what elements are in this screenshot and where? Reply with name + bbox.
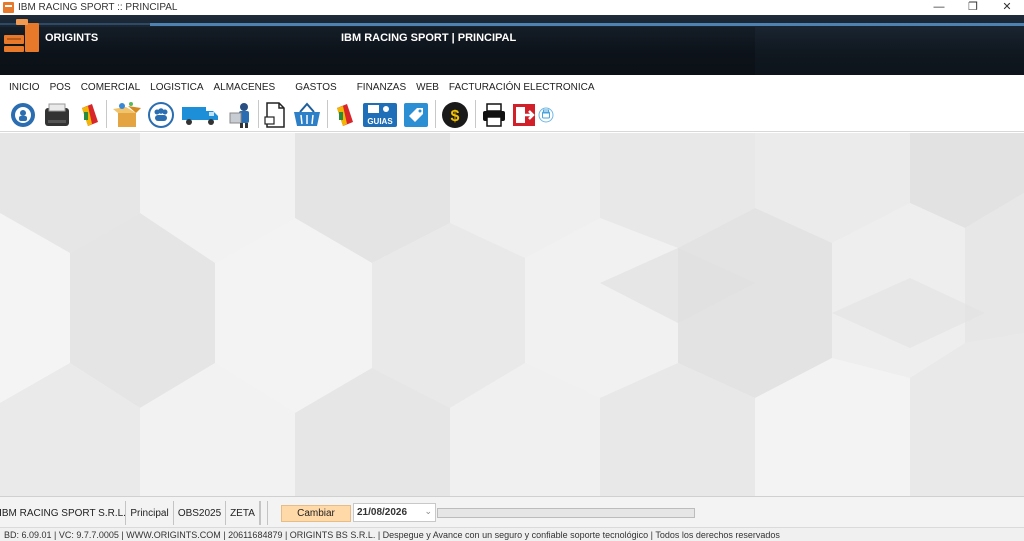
window-title: IBM RACING SPORT :: PRINCIPAL	[18, 2, 178, 13]
window-title-bar: IBM RACING SPORT :: PRINCIPAL — ❐ ✕	[0, 0, 1024, 15]
tag-icon[interactable]	[402, 101, 430, 129]
menu-finanzas[interactable]: FINANZAS	[352, 82, 411, 93]
svg-text:$: $	[451, 108, 460, 125]
page-title: IBM RACING SPORT | PRINCIPAL	[341, 32, 517, 44]
date-picker[interactable]: 21/08/2026 ⌄	[353, 503, 436, 522]
geometric-background	[0, 133, 1024, 496]
open-box-icon[interactable]	[111, 101, 143, 129]
menu-inicio[interactable]: INICIO	[4, 82, 45, 93]
menu-almacenes[interactable]: ALMACENES	[209, 82, 281, 93]
chevron-down-icon[interactable]: ⌄	[424, 506, 432, 517]
close-button[interactable]: ✕	[990, 0, 1024, 15]
status-divider	[260, 501, 268, 525]
menu-logistica[interactable]: LOGISTICA	[145, 82, 208, 93]
guias-icon[interactable]: GUIAS	[361, 101, 399, 129]
minimize-button[interactable]: —	[922, 0, 956, 15]
toolbar-separator	[327, 100, 328, 128]
receipt-printer-icon[interactable]	[42, 101, 72, 129]
status-branch: Principal	[126, 501, 174, 525]
menu-web[interactable]: WEB	[411, 82, 444, 93]
header-stripe	[150, 23, 903, 26]
footer-info: BD: 6.09.01 | VC: 9.7.7.0005 | WWW.ORIGI…	[0, 527, 1024, 541]
header-stripe-right	[903, 23, 1024, 26]
toolbar-separator	[258, 100, 259, 128]
status-bar: IBM RACING SPORT S.R.L. Principal OBS202…	[0, 496, 1024, 527]
change-button[interactable]: Cambiar	[281, 505, 351, 522]
delivery-person-icon[interactable]	[225, 101, 255, 129]
window-controls: — ❐ ✕	[922, 0, 1024, 15]
brand-name: ORIGINTS	[45, 32, 99, 44]
dollar-coin-icon[interactable]: $	[440, 101, 470, 129]
people-icon[interactable]	[147, 101, 175, 129]
guias-label: GUIAS	[367, 117, 393, 126]
toolbar-separator	[475, 100, 476, 128]
date-value: 21/08/2026	[357, 507, 408, 518]
support-icon[interactable]	[9, 101, 37, 129]
menu-facturacion-electronica[interactable]: FACTURACIÓN ELECTRONICA	[444, 82, 600, 93]
app-header	[0, 15, 1024, 75]
shopping-basket-icon[interactable]	[291, 101, 323, 129]
price-tag-icon[interactable]	[76, 101, 102, 129]
progress-bar	[437, 508, 695, 518]
delivery-truck-icon[interactable]	[180, 101, 220, 129]
main-workspace	[0, 133, 1024, 496]
toolbar: GUIAS $	[0, 97, 1024, 132]
price-tag-2-icon[interactable]	[331, 101, 357, 129]
origints-logo-icon	[4, 19, 39, 52]
maximize-button[interactable]: ❐	[956, 0, 990, 15]
menu-pos[interactable]: POS	[45, 82, 76, 93]
document-icon[interactable]	[262, 101, 288, 129]
menu-gastos[interactable]: GASTOS	[290, 82, 342, 93]
app-icon	[3, 2, 14, 13]
status-company: IBM RACING SPORT S.R.L.	[0, 501, 126, 525]
exit-door-icon[interactable]	[510, 101, 538, 129]
toolbar-separator	[106, 100, 107, 128]
toolbar-separator	[435, 100, 436, 128]
menu-comercial[interactable]: COMERCIAL	[76, 82, 145, 93]
printer-icon[interactable]	[480, 101, 508, 129]
main-menu: INICIO POS COMERCIAL LOGISTICA ALMACENES…	[0, 78, 595, 97]
status-user: ZETA	[226, 501, 260, 525]
status-database: OBS2025	[174, 501, 226, 525]
print-small-icon[interactable]	[537, 101, 555, 129]
